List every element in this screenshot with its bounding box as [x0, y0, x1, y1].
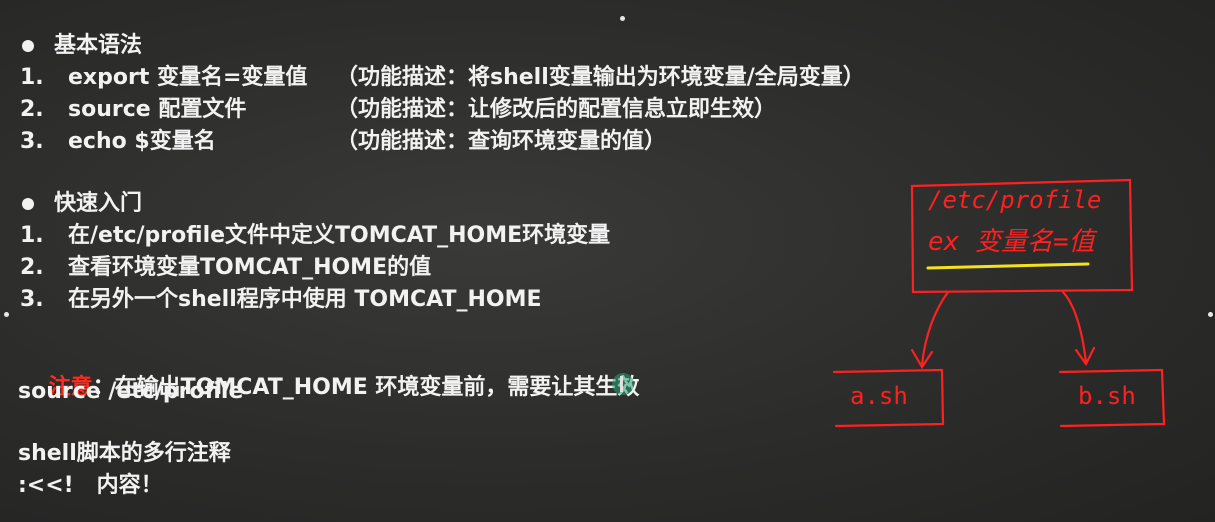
right-box-label: b.sh [1078, 382, 1136, 410]
slide: 基本语法 1. export 变量名=变量值 （功能描述：将shell变量输出为… [0, 0, 1215, 522]
top-box-line1: /etc/profile [928, 186, 1101, 214]
handwritten-diagram: /etc/profile ex 变量名=值 a.sh b.sh [832, 178, 1166, 428]
right-arrow [1061, 290, 1088, 364]
top-box-line2: ex 变量名=值 [928, 227, 1098, 257]
left-arrow [920, 290, 950, 367]
highlight-underline [926, 262, 1090, 270]
left-box-label: a.sh [850, 382, 908, 410]
